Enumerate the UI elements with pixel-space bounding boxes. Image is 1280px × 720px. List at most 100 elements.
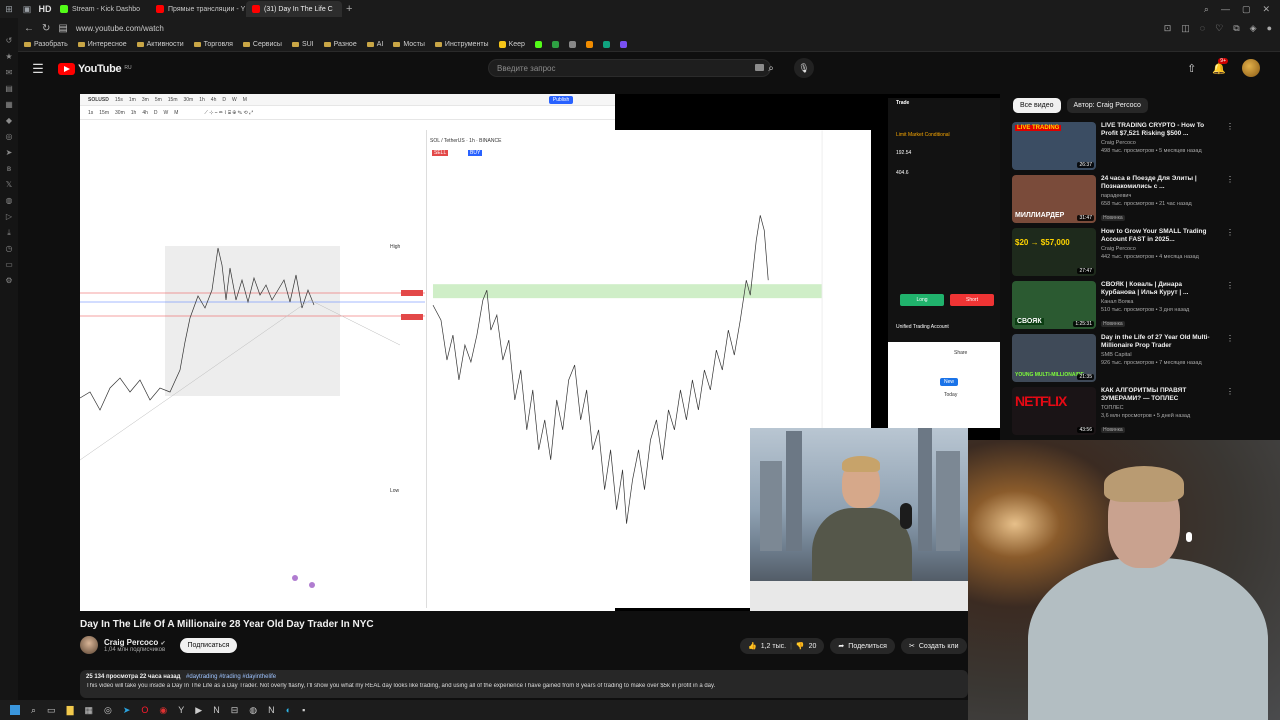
app-icon[interactable]: ⊟ <box>231 705 239 716</box>
list-item[interactable]: NETFLIX 43:56 КАК АЛГОРИТМЫ ПРАВЯТ ЗУМЕРА… <box>1012 387 1234 440</box>
clipboard-icon[interactable]: ▦ <box>5 100 13 109</box>
play-icon[interactable]: ▷ <box>6 212 12 221</box>
mail-icon[interactable]: ✉ <box>6 68 13 77</box>
explorer-icon[interactable]: ▇ <box>67 705 74 716</box>
terminal-icon[interactable]: ▶ <box>195 705 202 716</box>
telegram-icon[interactable]: ➤ <box>6 148 13 157</box>
video-player[interactable]: SOLUSD 15s 1m 3m 5m 15m 30m 1h 4h D W M Publish 1s… <box>80 94 1000 611</box>
new-tab-icon[interactable]: + <box>346 3 352 15</box>
comment-icon[interactable]: ◌ <box>1200 23 1205 34</box>
heart-icon[interactable]: ♡ <box>1215 23 1223 34</box>
notion-icon[interactable]: N <box>213 705 220 715</box>
page-info-icon[interactable]: ▤ <box>58 23 67 34</box>
task-view-icon[interactable]: ▭ <box>47 705 56 716</box>
more-options-icon[interactable]: ⋮ <box>1226 387 1234 396</box>
list-item[interactable]: МИЛЛИАРДЕР 31:47 24 часа в Поезде Для Эли… <box>1012 175 1234 228</box>
url-field[interactable]: www.youtube.com/watch <box>76 24 164 33</box>
video-thumbnail[interactable]: YOUNG MULTI-MILLIONAIRE 21:35 <box>1012 334 1096 382</box>
app-icon[interactable]: ◉ <box>159 705 167 716</box>
vk-icon[interactable]: в <box>7 164 11 173</box>
windows-icon[interactable]: ⊞ <box>0 0 18 18</box>
bookmark-item[interactable]: Инструменты <box>434 41 489 48</box>
more-options-icon[interactable]: ⋮ <box>1226 281 1234 290</box>
more-options-icon[interactable]: ⋮ <box>1226 228 1234 237</box>
search-icon[interactable]: ⌕ <box>31 705 36 716</box>
rec-title[interactable]: Day in the Life of 27 Year Old Multi-Mil… <box>1101 334 1217 351</box>
history-icon[interactable]: ↺ <box>6 36 13 45</box>
create-clip-button[interactable]: ✂ Создать кли <box>900 638 967 654</box>
chip-author[interactable]: Автор: Craig Percoco <box>1066 98 1148 113</box>
bookmark-icon[interactable]: ⊡ <box>1164 23 1172 34</box>
minimize-icon[interactable]: — <box>1221 4 1230 15</box>
video-thumbnail[interactable]: $20 → $57,000 27:47 <box>1012 228 1096 276</box>
chrome-icon[interactable]: ◍ <box>249 705 257 716</box>
search-input[interactable]: Введите запрос <box>488 59 771 77</box>
bookmark-item[interactable]: AI <box>366 41 383 48</box>
bookmark-item[interactable]: SUI <box>291 41 314 48</box>
video-thumbnail[interactable]: LIVE TRADING 26:37 <box>1012 122 1096 170</box>
bookmark-icon-link[interactable] <box>568 41 576 48</box>
list-item[interactable]: СВОЯК 1:25:31 СВОЯК | Коваль | Динара Кур… <box>1012 281 1234 334</box>
bookmark-icon-link[interactable] <box>619 41 627 48</box>
app-icon[interactable]: ◆ <box>6 116 12 125</box>
video-thumbnail[interactable]: СВОЯК 1:25:31 <box>1012 281 1096 329</box>
browser-tab[interactable]: Прямые трансляции - Y <box>150 1 246 17</box>
chip-all-videos[interactable]: Все видео <box>1013 98 1061 113</box>
download-icon[interactable]: ⤓ <box>7 228 11 237</box>
start-icon[interactable] <box>10 705 20 715</box>
account-avatar[interactable] <box>1242 59 1260 77</box>
chat-icon[interactable]: ◎ <box>6 132 13 141</box>
list-item[interactable]: $20 → $57,000 27:47 How to Grow Your SMAL… <box>1012 228 1234 281</box>
browser-icon[interactable]: ◎ <box>104 705 112 716</box>
telegram-icon[interactable]: ➤ <box>123 705 131 716</box>
translate-icon[interactable]: ◫ <box>1181 23 1190 34</box>
edge-icon[interactable]: ◐ <box>286 705 291 715</box>
search-button[interactable]: ⌕ <box>760 59 782 77</box>
share-button[interactable]: ➦ Поделиться <box>830 638 895 654</box>
yandex-icon[interactable]: Y <box>178 705 184 715</box>
rec-title[interactable]: LIVE TRADING CRYPTO - How To Profit $7,5… <box>1101 122 1217 139</box>
bookmark-icon-link[interactable] <box>551 41 559 48</box>
rec-title[interactable]: КАК АЛГОРИТМЫ ПРАВЯТ ЗУМЕРАМИ? — ТОПЛЕС <box>1101 387 1217 404</box>
description-box[interactable]: 25 134 просмотра 22 часа назад #daytradi… <box>80 670 968 698</box>
sidebar-toggle-icon[interactable]: ▣ <box>18 0 36 18</box>
browser-tab-active[interactable]: (31) Day In The Life C <box>246 1 342 17</box>
bookmark-item[interactable]: Сервисы <box>242 41 282 48</box>
back-icon[interactable]: ← <box>24 23 34 34</box>
notifications-icon[interactable]: 🔔 9+ <box>1212 57 1228 75</box>
wallet-icon[interactable]: ▭ <box>5 260 13 269</box>
bookmark-item[interactable]: Keep <box>498 41 525 48</box>
like-dislike-button[interactable]: 👍 1,2 тыс. | 👎 20 <box>740 638 825 654</box>
store-icon[interactable]: ▦ <box>84 705 93 716</box>
bookmark-icon-link[interactable] <box>585 41 593 48</box>
search-tabs-icon[interactable]: ⌕ <box>1204 4 1209 15</box>
clock-icon[interactable]: ◷ <box>6 244 13 253</box>
subscribe-button[interactable]: Подписаться <box>179 637 238 653</box>
channel-name[interactable]: Craig Percoco ✔ <box>104 638 166 647</box>
rec-title[interactable]: 24 часа в Поезде Для Элиты | Познакомили… <box>1101 175 1217 192</box>
channel-avatar[interactable] <box>80 636 98 654</box>
rec-title[interactable]: СВОЯК | Коваль | Динара Курбанова | Илья… <box>1101 281 1217 298</box>
bookmark-item[interactable]: Разобрать <box>24 41 68 48</box>
settings-icon[interactable]: ◍ <box>6 196 13 205</box>
bookmark-icon-link[interactable] <box>602 41 610 48</box>
more-options-icon[interactable]: ⋮ <box>1226 122 1234 131</box>
bookmark-item[interactable]: Торговля <box>193 41 233 48</box>
youtube-logo[interactable]: YouTube RU <box>58 63 132 75</box>
more-options-icon[interactable]: ⋮ <box>1226 175 1234 184</box>
extensions-icon[interactable]: ⧉ <box>1233 23 1239 34</box>
x-icon[interactable]: 𝕏 <box>6 180 12 189</box>
list-item[interactable]: YOUNG MULTI-MILLIONAIRE 21:35 Day in the … <box>1012 334 1234 387</box>
close-icon[interactable]: ✕ <box>1262 4 1270 15</box>
voice-search-button[interactable]: 🎙 <box>794 58 814 78</box>
more-options-icon[interactable]: ⋮ <box>1226 334 1234 343</box>
gear-icon[interactable]: ⚙ <box>5 276 12 285</box>
video-thumbnail[interactable]: МИЛЛИАРДЕР 31:47 <box>1012 175 1096 223</box>
video-thumbnail[interactable]: NETFLIX 43:56 <box>1012 387 1096 435</box>
browser-tab[interactable]: Stream - Kick Dashbo <box>54 1 150 17</box>
bookmark-icon-link[interactable] <box>534 41 542 48</box>
shield-icon[interactable]: ◈ <box>1250 23 1257 34</box>
reload-icon[interactable]: ↻ <box>42 23 50 34</box>
rec-title[interactable]: How to Grow Your SMALL Trading Account F… <box>1101 228 1217 245</box>
thumbs-down-icon[interactable]: 👎 <box>796 642 805 650</box>
